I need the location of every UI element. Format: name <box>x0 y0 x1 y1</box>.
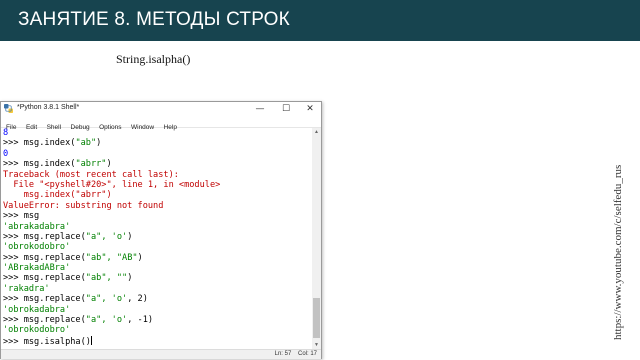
shell-line: File "<pyshell#20>", line 1, in <module> <box>3 180 311 190</box>
shell-line: ValueError: substring not found <box>3 201 311 211</box>
shell-command: >>> msg.index( <box>3 159 76 170</box>
shell-command-tail: ) <box>137 252 143 263</box>
slide-title: ЗАНЯТИЕ 8. МЕТОДЫ СТРОК <box>18 9 290 30</box>
minimize-button[interactable]: — <box>251 103 269 115</box>
text-cursor <box>90 335 92 345</box>
shell-string-arg: "a", 'o' <box>85 315 128 326</box>
status-bar: Ln: 57 Col: 17 <box>1 349 321 359</box>
shell-line: >>> msg.replace("a", 'o') <box>3 232 311 242</box>
maximize-button[interactable]: ☐ <box>277 103 295 115</box>
shell-result: 'obrokodobro' <box>3 325 71 336</box>
menu-bar: File Edit Shell Debug Options Window Hel… <box>1 116 321 131</box>
window-titlebar[interactable]: *Python 3.8.1 Shell* — ☐ ✕ <box>1 102 321 116</box>
shell-string-arg: "ab", "AB" <box>85 252 138 263</box>
scrollbar-thumb[interactable] <box>313 298 320 338</box>
shell-line: >>> msg.index("ab") <box>3 138 311 148</box>
shell-result: 8 <box>3 128 9 138</box>
shell-result: 'abrakadabra' <box>3 221 71 232</box>
line-number: Ln: 57 <box>274 351 292 357</box>
shell-line: >>> msg.replace("ab", "") <box>3 273 311 283</box>
shell-command: >>> msg.replace( <box>3 252 86 263</box>
shell-string-arg: "a", 'o' <box>85 294 128 305</box>
shell-line: 'abrakadabra' <box>3 222 311 232</box>
shell-string-arg: "abrr" <box>75 159 107 170</box>
shell-command-tail: ) <box>106 159 112 170</box>
shell-result: 'obrokodobro' <box>3 242 71 253</box>
scroll-down-arrow-icon[interactable]: ▼ <box>312 341 321 349</box>
shell-command-tail: , -1) <box>127 315 154 326</box>
channel-url: https://www.youtube.com/c/selfedu_rus <box>612 164 624 340</box>
shell-line: 0 <box>3 149 311 159</box>
shell-line: >>> msg.replace("ab", "AB") <box>3 253 311 263</box>
shell-result: 'ABrakadABra' <box>3 263 71 274</box>
shell-command: >>> msg.replace( <box>3 231 86 242</box>
shell-line: >>> msg.index("abrr") <box>3 159 311 169</box>
vertical-scrollbar[interactable]: ▲ ▼ <box>312 128 321 349</box>
shell-output[interactable]: 8 >>> msg.index("ab") 0 >>> msg.index("abrr… <box>3 128 311 348</box>
shell-line: 'obrokodobro' <box>3 242 311 252</box>
scroll-up-arrow-icon[interactable]: ▲ <box>312 128 321 136</box>
shell-line: 'obrokadabra' <box>3 305 311 315</box>
shell-command: >>> msg.replace( <box>3 273 86 284</box>
window-title: *Python 3.8.1 Shell* <box>17 104 80 111</box>
shell-command: >>> msg.index( <box>3 138 76 149</box>
cursor-position: Ln: 57 Col: 17 <box>275 350 317 359</box>
shell-result: 0 <box>3 148 9 159</box>
shell-line: Traceback (most recent call last): <box>3 170 311 180</box>
shell-line: >>> msg.replace("a", 'o', 2) <box>3 294 311 304</box>
python-shell-window: *Python 3.8.1 Shell* — ☐ ✕ File Edit She… <box>0 101 322 359</box>
shell-command-tail: ) <box>127 273 133 284</box>
shell-command: >>> msg.isalpha() <box>3 336 91 347</box>
shell-command: >>> msg <box>3 211 40 222</box>
shell-error: File "<pyshell#20>", line 1, in <module> <box>3 179 221 190</box>
shell-string-arg: "ab" <box>75 138 97 149</box>
shell-error: msg.index("abrr") <box>3 190 112 201</box>
shell-command-tail: ) <box>127 231 133 242</box>
close-button[interactable]: ✕ <box>301 103 319 115</box>
slide-header: ЗАНЯТИЕ 8. МЕТОДЫ СТРОК <box>0 0 640 41</box>
shell-line: 'rakadra' <box>3 284 311 294</box>
shell-error: Traceback (most recent call last): <box>3 169 179 180</box>
shell-result: 'obrokadabra' <box>3 304 71 315</box>
shell-line: msg.index("abrr") <box>3 190 311 200</box>
shell-string-arg: "a", 'o' <box>85 231 128 242</box>
shell-line: 8 <box>3 128 311 138</box>
method-subtitle: String.isalpha() <box>116 52 191 66</box>
shell-line: 'obrokodobro' <box>3 325 311 335</box>
shell-string-arg: "ab", "" <box>85 273 128 284</box>
shell-command: >>> msg.replace( <box>3 294 86 305</box>
python-icon <box>4 104 13 113</box>
shell-line: 'ABrakadABra' <box>3 263 311 273</box>
shell-command: >>> msg.replace( <box>3 315 86 326</box>
shell-result: 'rakadra' <box>3 283 50 294</box>
shell-command-tail: ) <box>96 138 102 149</box>
shell-line: >>> msg.replace("a", 'o', -1) <box>3 315 311 325</box>
shell-line: >>> msg <box>3 211 311 221</box>
column-number: Col: 17 <box>297 351 317 357</box>
shell-error: ValueError: substring not found <box>3 200 164 211</box>
shell-line: >>> msg.isalpha() <box>3 335 311 347</box>
shell-command-tail: , 2) <box>127 294 148 305</box>
